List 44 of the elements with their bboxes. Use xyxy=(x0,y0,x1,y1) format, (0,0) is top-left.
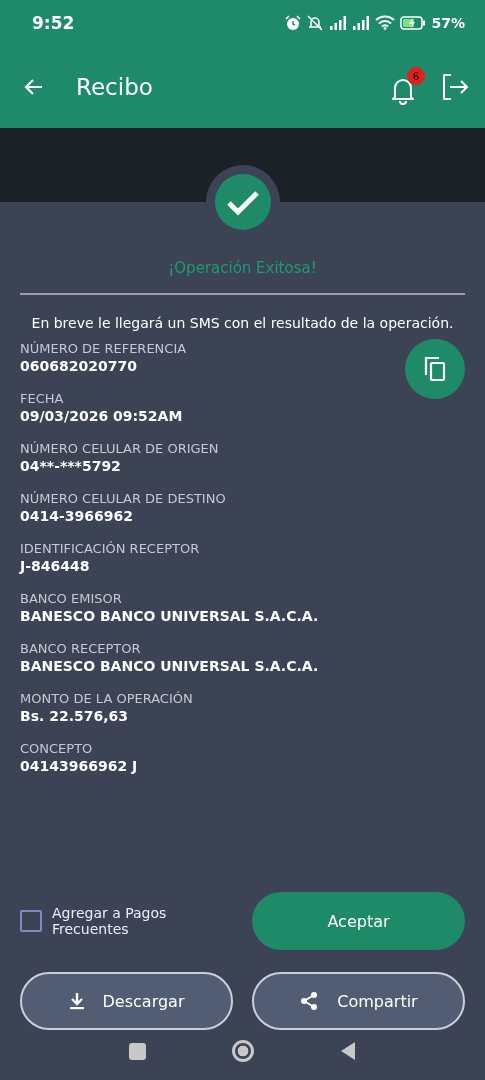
field-label: NÚMERO DE REFERENCIA xyxy=(20,341,187,356)
home-button[interactable] xyxy=(232,1040,254,1062)
checkbox-label: Agregar a Pagos Frecuentes xyxy=(52,905,168,937)
field-label: FECHA xyxy=(20,391,64,406)
field-value: BANESCO BANCO UNIVERSAL S.A.C.A. xyxy=(20,608,319,624)
success-status: ¡Operación Exitosa! xyxy=(167,259,318,277)
alarm-icon xyxy=(285,14,302,31)
field-value: Bs. 22.576,63 xyxy=(20,708,129,724)
signal-icon xyxy=(352,15,371,30)
field-value: BANESCO BANCO UNIVERSAL S.A.C.A. xyxy=(20,658,319,674)
share-icon xyxy=(299,991,320,1011)
status-time: 9:52 xyxy=(32,12,75,33)
field-value: 04143966962 J xyxy=(20,758,138,774)
back-button[interactable] xyxy=(340,1041,356,1061)
signal-icon xyxy=(329,15,348,30)
field-value: 04**-***5792 xyxy=(20,458,121,474)
field-label: NÚMERO CELULAR DE ORIGEN xyxy=(20,441,219,456)
share-button[interactable]: Compartir xyxy=(252,972,465,1030)
notification-badge: 6 xyxy=(407,66,425,85)
notifications-button[interactable]: 6 xyxy=(387,66,425,107)
field-label: MONTO DE LA OPERACIÓN xyxy=(20,691,193,706)
copy-button[interactable] xyxy=(405,339,465,399)
field-label: BANCO EMISOR xyxy=(20,591,122,606)
field-label: NÚMERO CELULAR DE DESTINO xyxy=(20,491,226,506)
copy-icon xyxy=(422,355,448,383)
field-value: 0414-3966962 xyxy=(20,508,133,524)
field-value: J-846448 xyxy=(20,558,90,574)
success-check-icon xyxy=(214,174,271,230)
battery-percentage: 57% xyxy=(431,14,465,31)
checkbox[interactable] xyxy=(20,910,42,932)
field-label: BANCO RECEPTOR xyxy=(20,641,141,656)
screen-title: Recibo xyxy=(76,73,153,100)
field-value: 09/03/2026 09:52AM xyxy=(20,408,183,424)
field-label: IDENTIFICACIÓN RECEPTOR xyxy=(20,541,200,556)
muted-bell-icon xyxy=(306,14,325,31)
sms-message: En breve le llegará un SMS con el resultado de la operación. xyxy=(30,315,455,331)
field-value: 060682020770 xyxy=(20,358,137,374)
battery-icon xyxy=(400,15,427,30)
wifi-icon xyxy=(375,15,396,30)
accept-button[interactable]: Aceptar xyxy=(252,892,465,950)
download-icon xyxy=(68,992,85,1010)
recents-button[interactable] xyxy=(129,1042,146,1060)
download-button[interactable]: Descargar xyxy=(20,972,233,1030)
field-label: CONCEPTO xyxy=(20,741,93,756)
